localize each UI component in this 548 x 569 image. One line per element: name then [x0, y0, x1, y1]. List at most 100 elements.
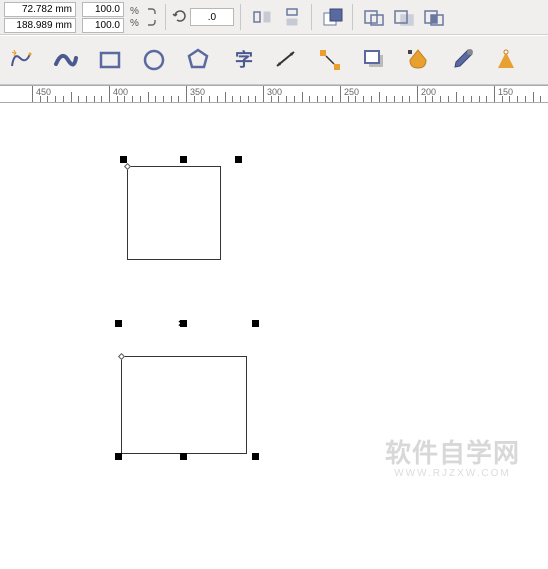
- ruler-tick-minor: [124, 96, 125, 103]
- text-tool[interactable]: 字: [224, 42, 260, 78]
- scale-group: [82, 2, 124, 33]
- ruler-tick-minor: [371, 96, 372, 103]
- selection-handle[interactable]: [180, 453, 187, 460]
- ruler-tick-major: [340, 86, 341, 102]
- lock-ratio-button[interactable]: [145, 4, 159, 30]
- ruler-tick-minor: [286, 96, 287, 103]
- ruler-tick-minor: [317, 96, 318, 103]
- ruler-tick-minor: [325, 96, 326, 103]
- ruler-tick-minor: [132, 96, 133, 103]
- smart-fill-tool[interactable]: [488, 42, 524, 78]
- ruler-tick-minor: [194, 96, 195, 103]
- rotate-icon: [172, 8, 188, 27]
- ellipse-tool[interactable]: [136, 42, 172, 78]
- ruler-tick-minor: [440, 96, 441, 103]
- object-center-marker[interactable]: ×: [178, 318, 184, 330]
- ruler-tick-minor: [379, 92, 380, 103]
- ruler-tick-minor: [355, 96, 356, 103]
- ruler-tick-minor: [55, 96, 56, 103]
- ruler-tick-minor: [479, 96, 480, 103]
- ruler-tick-major: [417, 86, 418, 102]
- selection-handle[interactable]: [120, 156, 127, 163]
- percent-labels: % %: [130, 6, 139, 29]
- ruler-tick-minor: [201, 96, 202, 103]
- ruler-tick-minor: [278, 96, 279, 103]
- trim-button[interactable]: [391, 4, 417, 30]
- divider: [165, 4, 166, 30]
- ruler-tick-minor: [163, 96, 164, 103]
- drop-shadow-tool[interactable]: [356, 42, 392, 78]
- selection-handle[interactable]: [180, 156, 187, 163]
- ruler-tick-major: [263, 86, 264, 102]
- polygon-tool[interactable]: [180, 42, 216, 78]
- artistic-media-tool[interactable]: [48, 42, 84, 78]
- rectangle-object[interactable]: [121, 356, 247, 454]
- ruler-tick-minor: [486, 96, 487, 103]
- rotation-input[interactable]: [190, 8, 234, 26]
- selection-handle[interactable]: [115, 320, 122, 327]
- ruler-tick-minor: [509, 96, 510, 103]
- ruler-tick-minor: [348, 96, 349, 103]
- ruler-tick-minor: [86, 96, 87, 103]
- weld-button[interactable]: [361, 4, 387, 30]
- x-position-input[interactable]: [4, 2, 76, 17]
- ruler-tick-minor: [471, 96, 472, 103]
- eyedropper-tool[interactable]: [444, 42, 480, 78]
- mirror-vertical-button[interactable]: [279, 4, 305, 30]
- ruler-tick-minor: [463, 96, 464, 103]
- ruler-tick-minor: [240, 96, 241, 103]
- percent-label-y: %: [130, 18, 139, 29]
- percent-label-x: %: [130, 6, 139, 17]
- scale-y-input[interactable]: [82, 18, 124, 33]
- ruler-tick-minor: [148, 92, 149, 103]
- ruler-tick-minor: [448, 96, 449, 103]
- ruler-tick-minor: [255, 96, 256, 103]
- ruler-tick-minor: [40, 96, 41, 103]
- ruler-tick-minor: [540, 96, 541, 103]
- ruler-tick-minor: [517, 96, 518, 103]
- ruler-tick-minor: [71, 92, 72, 103]
- drawing-canvas[interactable]: 软件自学网 WWW.RJZXW.COM ×: [0, 103, 548, 569]
- rectangle-tool[interactable]: [92, 42, 128, 78]
- ruler-tick-minor: [409, 96, 410, 103]
- intersect-button[interactable]: [421, 4, 447, 30]
- ruler-tick-minor: [533, 92, 534, 103]
- ruler-tick-minor: [386, 96, 387, 103]
- ruler-tick-minor: [432, 96, 433, 103]
- toolbox-row: 字: [0, 35, 548, 85]
- ruler-tick-minor: [271, 96, 272, 103]
- ruler-tick-minor: [140, 96, 141, 103]
- rectangle-object[interactable]: [127, 166, 221, 260]
- to-front-button[interactable]: [320, 4, 346, 30]
- horizontal-ruler[interactable]: [0, 85, 548, 103]
- scale-x-input[interactable]: [82, 2, 124, 17]
- dimension-tool[interactable]: [268, 42, 304, 78]
- ruler-tick-major: [32, 86, 33, 102]
- svg-text:字: 字: [235, 49, 253, 70]
- divider: [240, 4, 241, 30]
- mirror-horizontal-button[interactable]: [249, 4, 275, 30]
- rotation-group: [172, 8, 234, 27]
- divider: [352, 4, 353, 30]
- ruler-tick-minor: [394, 96, 395, 103]
- selection-handle[interactable]: [252, 320, 259, 327]
- ruler-tick-minor: [294, 96, 295, 103]
- ruler-tick-minor: [155, 96, 156, 103]
- selection-handle[interactable]: [115, 453, 122, 460]
- ruler-tick-major: [186, 86, 187, 102]
- ruler-tick-minor: [425, 96, 426, 103]
- selection-handle[interactable]: [235, 156, 242, 163]
- ruler-tick-minor: [117, 96, 118, 103]
- ruler-tick-minor: [94, 96, 95, 103]
- ruler-tick-minor: [217, 96, 218, 103]
- watermark-url: WWW.RJZXW.COM: [385, 468, 520, 479]
- ruler-tick-minor: [402, 96, 403, 103]
- y-position-input[interactable]: [4, 18, 76, 33]
- interactive-fill-tool[interactable]: [400, 42, 436, 78]
- freehand-tool[interactable]: [4, 42, 40, 78]
- divider: [311, 4, 312, 30]
- connector-tool[interactable]: [312, 42, 348, 78]
- position-group: [4, 2, 76, 33]
- selection-handle[interactable]: [252, 453, 259, 460]
- ruler-tick-minor: [332, 96, 333, 103]
